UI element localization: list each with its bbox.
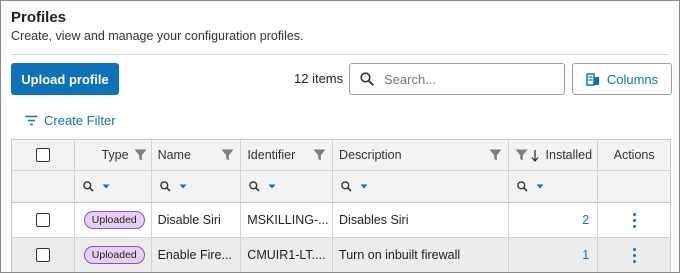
table-row[interactable]: Uploaded Enable Fire... CMUIR1-LT.... Tu… — [12, 238, 670, 272]
table-header-row: Type Name Identifier Description Install… — [12, 140, 670, 171]
name-cell: Disable Siri — [152, 203, 242, 237]
funnel-icon[interactable] — [313, 149, 326, 161]
actions-cell — [598, 203, 670, 237]
filter-type[interactable] — [75, 171, 152, 202]
funnel-icon[interactable] — [134, 149, 147, 161]
create-filter-label: Create Filter — [44, 113, 116, 128]
table-row[interactable]: Uploaded Disable Siri MSKILLING-... Disa… — [12, 203, 670, 238]
funnel-icon[interactable] — [489, 149, 502, 161]
sort-down-arrow-icon[interactable] — [531, 149, 539, 162]
row-checkbox[interactable] — [35, 213, 50, 227]
search-icon — [360, 72, 374, 86]
column-header-description[interactable]: Description — [333, 140, 509, 170]
filter-name[interactable] — [152, 171, 242, 202]
filter-installed[interactable] — [509, 171, 599, 202]
column-header-actions: Actions — [613, 148, 655, 162]
funnel-icon[interactable] — [221, 149, 234, 161]
search-box[interactable] — [349, 63, 565, 95]
search-icon — [341, 181, 352, 192]
search-input[interactable] — [384, 71, 554, 87]
kebab-menu-icon[interactable] — [632, 247, 636, 263]
column-header-installed[interactable]: Installed — [509, 140, 599, 170]
item-count: 12 items — [294, 71, 344, 86]
type-cell: Uploaded — [75, 203, 152, 237]
installed-count-link[interactable]: 1 — [509, 238, 599, 272]
search-icon — [516, 181, 528, 192]
column-header-identifier[interactable]: Identifier — [241, 140, 334, 170]
filter-description[interactable] — [333, 171, 509, 202]
search-icon — [159, 181, 171, 192]
profiles-table: Type Name Identifier Description Install… — [11, 139, 671, 272]
select-all-cell — [12, 140, 75, 170]
description-cell: Turn on inbuilt firewall — [333, 238, 509, 272]
create-filter-link[interactable]: Create Filter — [25, 113, 116, 128]
actions-cell — [598, 238, 670, 272]
type-badge: Uploaded — [83, 246, 145, 264]
type-cell: Uploaded — [75, 238, 152, 272]
search-icon — [249, 181, 260, 192]
columns-icon — [586, 72, 599, 86]
columns-label: Columns — [606, 71, 659, 87]
select-all-checkbox[interactable] — [35, 148, 50, 162]
description-cell: Disables Siri — [333, 203, 509, 237]
identifier-cell: MSKILLING-... — [241, 203, 334, 237]
filter-cell-select — [12, 171, 75, 202]
row-select-cell — [12, 238, 75, 272]
page-title: Profiles — [11, 9, 67, 26]
profiles-page: Profiles Create, view and manage your co… — [0, 0, 680, 273]
chevron-down-icon[interactable] — [268, 184, 276, 189]
columns-button[interactable]: Columns — [572, 63, 672, 95]
column-header-name[interactable]: Name — [152, 140, 242, 170]
identifier-cell: CMUIR1-LT.... — [241, 238, 334, 272]
funnel-icon[interactable] — [515, 149, 528, 161]
chevron-down-icon[interactable] — [102, 184, 110, 189]
row-select-cell — [12, 203, 75, 237]
filter-lines-icon — [25, 115, 38, 126]
page-subtitle: Create, view and manage your configurati… — [11, 29, 304, 43]
kebab-menu-icon[interactable] — [632, 212, 636, 228]
filter-identifier[interactable] — [241, 171, 334, 202]
chevron-down-icon[interactable] — [179, 184, 187, 189]
chevron-down-icon[interactable] — [360, 184, 368, 189]
column-header-type[interactable]: Type — [75, 140, 152, 170]
row-checkbox[interactable] — [35, 248, 50, 262]
chevron-down-icon[interactable] — [536, 184, 544, 189]
header-divider — [11, 54, 669, 55]
upload-profile-button[interactable]: Upload profile — [11, 63, 119, 95]
type-badge: Uploaded — [83, 211, 145, 229]
name-cell: Enable Fire... — [152, 238, 242, 272]
installed-count-link[interactable]: 2 — [509, 203, 599, 237]
column-filter-row — [12, 171, 670, 203]
search-icon — [82, 181, 94, 192]
filter-cell-actions — [598, 171, 670, 202]
